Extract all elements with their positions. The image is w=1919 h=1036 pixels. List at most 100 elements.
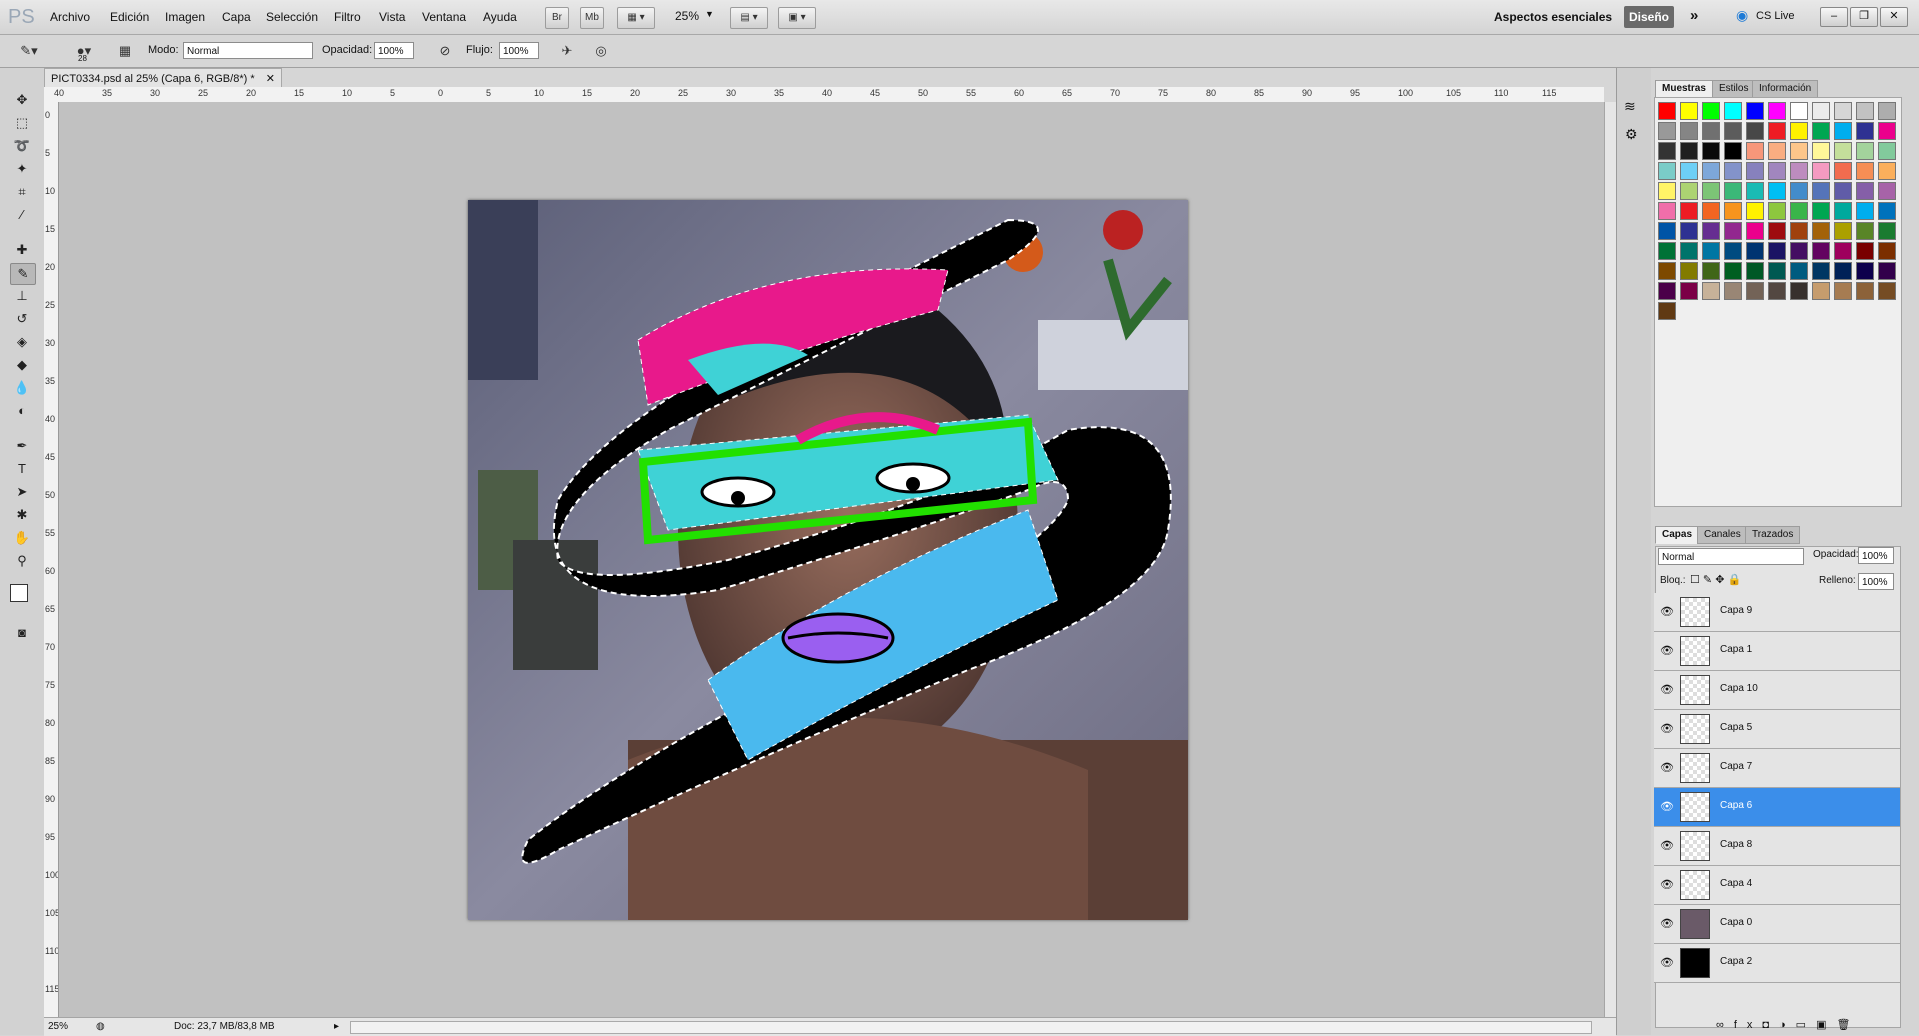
color-swatch[interactable] — [1768, 202, 1786, 220]
color-swatch[interactable] — [1856, 242, 1874, 260]
color-swatch[interactable] — [1768, 282, 1786, 300]
layer-row[interactable]: 👁 Capa 8 — [1654, 827, 1900, 866]
color-swatch[interactable] — [1878, 182, 1896, 200]
layer-row[interactable]: 👁 Capa 9 — [1654, 593, 1900, 632]
color-swatch[interactable] — [1724, 202, 1742, 220]
layer-opacity-input[interactable]: 100% — [1858, 547, 1894, 564]
healing-brush-tool-icon[interactable]: ✚ — [10, 240, 34, 260]
color-swatch[interactable] — [1812, 242, 1830, 260]
color-swatch[interactable] — [1724, 122, 1742, 140]
color-swatch[interactable] — [1812, 282, 1830, 300]
color-swatch[interactable] — [1658, 202, 1676, 220]
color-swatch[interactable] — [1856, 182, 1874, 200]
restore-button[interactable]: ❐ — [1850, 7, 1878, 27]
minibridge-button[interactable]: Mb — [580, 7, 604, 29]
brush-panel-dock-icon[interactable]: ≋ — [1624, 98, 1636, 115]
color-swatch[interactable] — [1812, 122, 1830, 140]
eye-icon[interactable]: 👁 — [1660, 839, 1674, 852]
minimize-button[interactable]: – — [1820, 7, 1848, 27]
workspace-essentials[interactable]: Aspectos esenciales — [1494, 10, 1612, 24]
artwork-canvas[interactable] — [468, 200, 1188, 920]
color-swatch[interactable] — [1856, 162, 1874, 180]
color-swatch[interactable] — [1834, 182, 1852, 200]
color-swatch[interactable] — [1834, 282, 1852, 300]
layer-row[interactable]: 👁 Capa 0 — [1654, 905, 1900, 944]
color-swatch[interactable] — [1856, 222, 1874, 240]
color-swatch[interactable] — [1812, 102, 1830, 120]
tablet-pressure-opacity-icon[interactable]: ⊘ — [434, 41, 456, 61]
color-swatch[interactable] — [1768, 102, 1786, 120]
color-swatch[interactable] — [1702, 162, 1720, 180]
clone-stamp-tool-icon[interactable]: ⊥ — [10, 286, 34, 306]
color-swatch[interactable] — [1680, 182, 1698, 200]
color-swatch[interactable] — [1834, 222, 1852, 240]
eye-icon[interactable]: 👁 — [1660, 878, 1674, 891]
chevron-down-icon[interactable]: ▼ — [705, 9, 714, 19]
flow-input[interactable]: 100% — [499, 42, 539, 59]
color-swatch[interactable] — [1834, 262, 1852, 280]
color-swatch[interactable] — [1658, 282, 1676, 300]
menu-seleccion[interactable]: Selección — [266, 10, 318, 24]
clone-source-dock-icon[interactable]: ⚙ — [1625, 126, 1638, 143]
color-swatch[interactable] — [1812, 262, 1830, 280]
color-swatch[interactable] — [1702, 202, 1720, 220]
color-swatch[interactable] — [1680, 242, 1698, 260]
path-selection-tool-icon[interactable]: ➤ — [10, 482, 34, 502]
eye-icon[interactable]: 👁 — [1660, 956, 1674, 969]
eraser-tool-icon[interactable]: ◈ — [10, 332, 34, 352]
color-swatch[interactable] — [1702, 102, 1720, 120]
color-swatch[interactable] — [1834, 142, 1852, 160]
color-swatch[interactable] — [1702, 122, 1720, 140]
color-swatch[interactable] — [1724, 222, 1742, 240]
color-swatch[interactable] — [1856, 122, 1874, 140]
menu-edicion[interactable]: Edición — [110, 10, 149, 24]
color-swatch[interactable] — [1702, 282, 1720, 300]
color-swatch[interactable] — [1790, 122, 1808, 140]
menu-imagen[interactable]: Imagen — [165, 10, 205, 24]
bridge-button[interactable]: Br — [545, 7, 569, 29]
layers-footer-icons[interactable]: ∞fx◘◑▭▣🗑 — [1716, 1018, 1860, 1031]
zoom-tool-icon[interactable]: ⚲ — [10, 551, 34, 571]
color-swatch[interactable] — [1658, 122, 1676, 140]
color-swatch[interactable] — [1768, 222, 1786, 240]
color-swatch[interactable] — [1658, 182, 1676, 200]
eye-icon[interactable]: 👁 — [1660, 761, 1674, 774]
pen-tool-icon[interactable]: ✒ — [10, 436, 34, 456]
color-swatch[interactable] — [1746, 262, 1764, 280]
color-swatch[interactable] — [1746, 282, 1764, 300]
menu-capa[interactable]: Capa — [222, 10, 251, 24]
shape-tool-icon[interactable]: ✱ — [10, 505, 34, 525]
color-swatch[interactable] — [1790, 182, 1808, 200]
hand-tool-icon[interactable]: ✋ — [10, 528, 34, 548]
color-swatch[interactable] — [1834, 162, 1852, 180]
eye-icon[interactable]: 👁 — [1660, 605, 1674, 618]
tab-canales[interactable]: Canales — [1697, 526, 1748, 544]
history-brush-tool-icon[interactable]: ↺ — [10, 309, 34, 329]
tab-informacion[interactable]: Información — [1752, 80, 1819, 98]
color-swatch[interactable] — [1746, 182, 1764, 200]
document-tab[interactable]: PICT0334.psd al 25% (Capa 6, RGB/8*) * ✕ — [44, 68, 282, 88]
color-swatch[interactable] — [1746, 122, 1764, 140]
color-swatch[interactable] — [1790, 282, 1808, 300]
airbrush-icon[interactable]: ✈ — [556, 41, 578, 61]
crop-tool-icon[interactable]: ⌗ — [10, 182, 34, 202]
color-swatch[interactable] — [1878, 202, 1896, 220]
color-swatch[interactable] — [1790, 222, 1808, 240]
color-swatch[interactable] — [1768, 242, 1786, 260]
layer-row[interactable]: 👁 Capa 6 — [1654, 788, 1900, 827]
tab-trazados[interactable]: Trazados — [1745, 526, 1801, 544]
color-swatch[interactable] — [1790, 262, 1808, 280]
move-tool-icon[interactable]: ✥ — [10, 90, 34, 110]
fill-input[interactable]: 100% — [1858, 573, 1894, 590]
layer-row[interactable]: 👁 Capa 4 — [1654, 866, 1900, 905]
color-swatch[interactable] — [1658, 302, 1676, 320]
lock-icons[interactable]: ☐ ✎ ✥ 🔒 — [1690, 573, 1741, 586]
color-swatch[interactable] — [1680, 162, 1698, 180]
cs-live-icon[interactable]: ◉ — [1736, 7, 1748, 24]
menu-archivo[interactable]: Archivo — [50, 10, 90, 24]
color-swatch[interactable] — [1878, 142, 1896, 160]
color-swatch[interactable] — [1812, 182, 1830, 200]
color-swatch[interactable] — [1878, 282, 1896, 300]
arrange-documents-icon[interactable]: ▤ ▾ — [730, 7, 768, 29]
cs-live-menu[interactable]: CS Live — [1756, 10, 1795, 22]
